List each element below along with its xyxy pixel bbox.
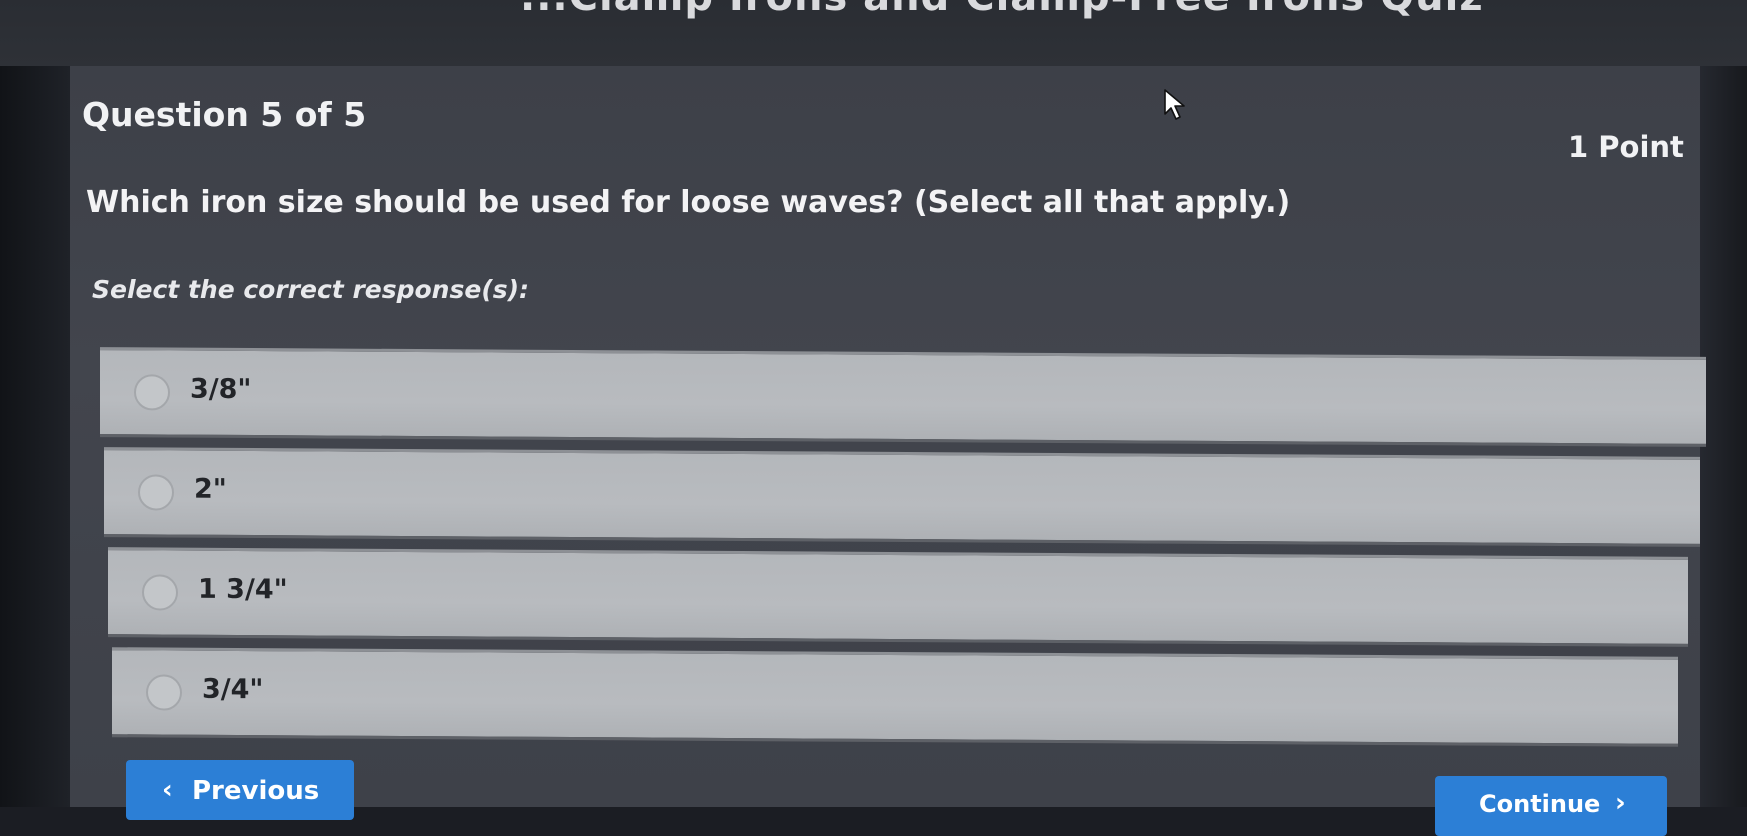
option-label: 3/8" — [190, 373, 252, 406]
answer-option-3-8[interactable]: 3/8" — [100, 347, 1706, 447]
response-instruction: Select the correct response(s): — [92, 275, 530, 304]
previous-label: Previous — [192, 776, 320, 806]
chevron-left-icon: ‹ — [162, 775, 173, 805]
question-prompt: Which iron size should be used for loose… — [86, 185, 1291, 220]
screen-bezel-left — [0, 0, 70, 807]
option-label: 2" — [194, 473, 227, 505]
answer-option-3-4[interactable]: 3/4" — [112, 647, 1678, 747]
continue-button[interactable]: Continue › — [1435, 776, 1667, 836]
option-checkbox[interactable] — [142, 574, 178, 611]
question-number: Question 5 of 5 — [82, 95, 367, 134]
option-checkbox[interactable] — [138, 474, 174, 511]
question-points: 1 Point — [1568, 130, 1684, 164]
chevron-right-icon: › — [1615, 788, 1626, 818]
quiz-title: ...Clamp Irons and Clamp-Free Irons Quiz — [520, 0, 1484, 20]
previous-button[interactable]: ‹ Previous — [126, 760, 354, 820]
answer-option-1-3-4[interactable]: 1 3/4" — [108, 547, 1688, 647]
answer-option-2[interactable]: 2" — [104, 447, 1700, 547]
continue-label: Continue — [1479, 790, 1601, 818]
option-label: 3/4" — [202, 673, 264, 706]
mouse-pointer-icon — [1163, 88, 1189, 126]
option-label: 1 3/4" — [198, 573, 288, 606]
option-checkbox[interactable] — [146, 674, 182, 711]
quiz-header-bar: ...Clamp Irons and Clamp-Free Irons Quiz — [0, 0, 1747, 66]
answer-options: 3/8" 2" 1 3/4" 3/4" — [100, 347, 1706, 752]
option-checkbox[interactable] — [134, 374, 170, 411]
